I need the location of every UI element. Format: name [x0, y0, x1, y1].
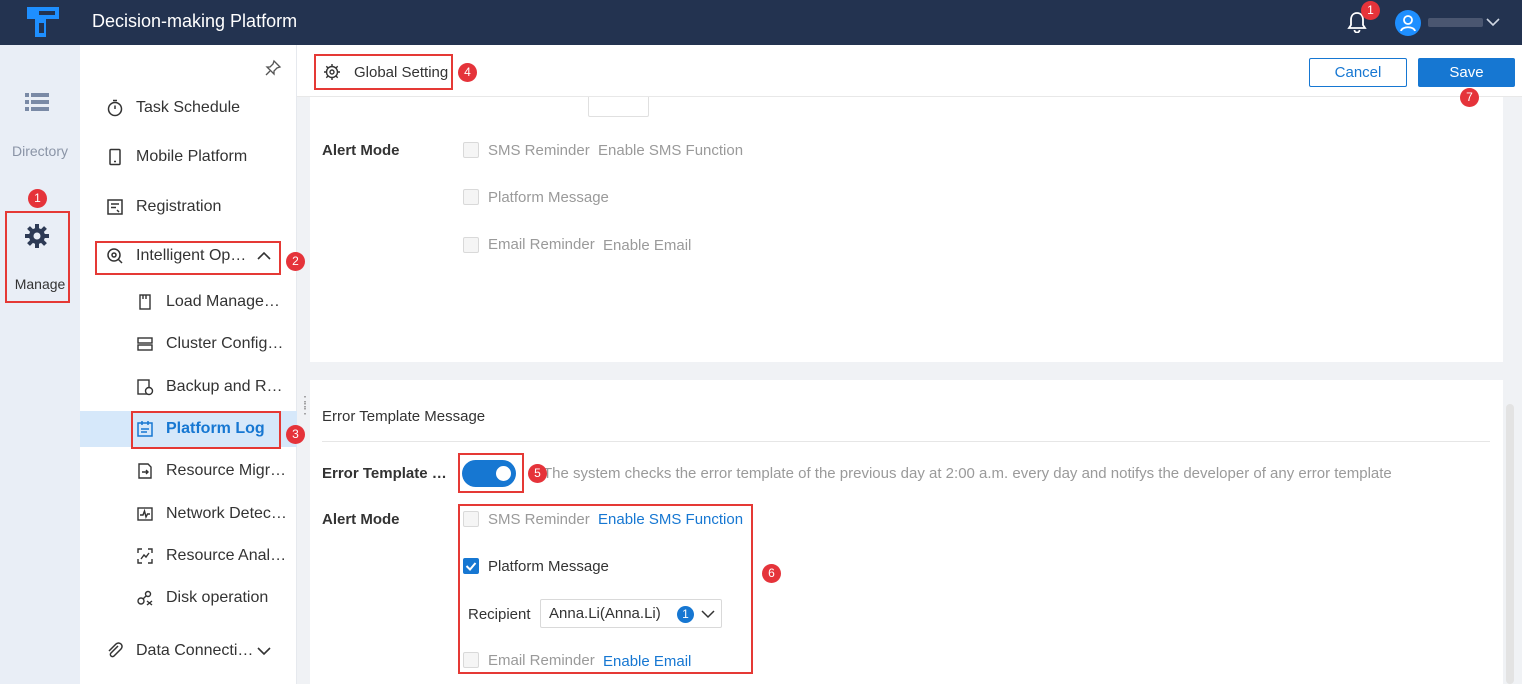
nav-item-label: Resource Migration — [166, 462, 288, 479]
directory-list-icon[interactable] — [25, 92, 49, 112]
network-icon — [137, 507, 153, 521]
load-icon — [139, 294, 151, 310]
sms-reminder-checkbox[interactable] — [463, 142, 479, 158]
nav-item-label: Registration — [136, 198, 222, 215]
platform-message-label: Platform Message — [488, 189, 609, 206]
annotation-badge: 4 — [458, 63, 477, 82]
app-logo-icon — [27, 7, 59, 37]
data-connection-icon — [108, 642, 123, 658]
rail-directory-label[interactable]: Directory — [0, 143, 80, 159]
annotation-box-alert-options — [458, 504, 753, 674]
sms-reminder-label: SMS Reminder — [488, 142, 590, 159]
partial-input-field[interactable] — [588, 97, 649, 117]
annotation-box-global-setting — [314, 54, 453, 90]
annotation-box-platform-log — [131, 411, 281, 449]
annotation-box-manage — [5, 211, 70, 303]
nav-item-label: Mobile Platform — [136, 148, 248, 165]
nav-item-label: Resource Analysis — [166, 547, 288, 564]
nav-panel: Task Schedule Mobile Platform Registrati… — [80, 45, 297, 684]
backup-icon — [137, 379, 154, 396]
annotation-badge: 2 — [286, 252, 305, 271]
section-title: Error Template Message — [322, 408, 486, 425]
user-name-redacted[interactable] — [1428, 18, 1483, 27]
cluster-icon — [137, 337, 153, 351]
nav-item-backup-restore[interactable]: Backup and Restore — [80, 369, 297, 405]
enable-sms-link[interactable]: Enable SMS Function — [598, 142, 743, 159]
nav-item-registration[interactable]: Registration — [80, 189, 297, 225]
enable-email-link[interactable]: Enable Email — [603, 237, 691, 254]
nav-item-resource-migration[interactable]: Resource Migration — [80, 453, 297, 489]
alert-mode-label: Alert Mode — [322, 142, 400, 159]
annotation-badge: 3 — [286, 425, 305, 444]
nav-item-mobile-platform[interactable]: Mobile Platform — [80, 139, 297, 175]
disk-icon — [137, 590, 153, 606]
notification-count-badge: 1 — [1361, 1, 1380, 20]
nav-item-cluster-configuration[interactable]: Cluster Configuration — [80, 326, 297, 362]
divider — [322, 441, 1490, 442]
cancel-button[interactable]: Cancel — [1309, 58, 1407, 87]
user-icon — [1400, 15, 1416, 32]
save-button[interactable]: Save — [1418, 58, 1515, 87]
top-bar: Decision-making Platform 1 — [0, 0, 1522, 45]
chevron-down-icon[interactable] — [257, 644, 271, 658]
annotation-badge: 5 — [528, 464, 547, 483]
annotation-badge: 1 — [28, 189, 47, 208]
resource-migration-icon — [138, 463, 152, 479]
nav-item-label: Network Detection — [166, 505, 288, 522]
mobile-icon — [109, 148, 121, 166]
left-rail: Directory Manage — [0, 45, 80, 684]
avatar[interactable] — [1395, 10, 1421, 36]
nav-item-label: Task Schedule — [136, 99, 241, 116]
platform-alert-card — [310, 97, 1503, 362]
nav-item-resource-analysis[interactable]: Resource Analysis — [80, 538, 297, 574]
nav-item-label: Backup and Restore — [166, 378, 288, 395]
nav-item-label: Load Management — [166, 293, 288, 310]
nav-item-data-connection[interactable]: Data Connection — [80, 633, 297, 669]
nav-item-load-management[interactable]: Load Management — [80, 284, 297, 320]
platform-message-checkbox[interactable] — [463, 189, 479, 205]
error-template-description: The system checks the error template of … — [543, 465, 1392, 482]
stopwatch-icon — [107, 99, 123, 117]
page-header: Global Setting Cancel Save — [297, 45, 1522, 97]
nav-item-label: Disk operation — [166, 589, 269, 606]
nav-item-network-detection[interactable]: Network Detection — [80, 496, 297, 532]
error-template-toggle-label: Error Template Message — [322, 465, 456, 482]
alert-mode-label: Alert Mode — [322, 511, 400, 528]
resource-analysis-icon — [137, 548, 153, 564]
pin-icon[interactable] — [264, 59, 282, 77]
email-reminder-label: Email Reminder — [488, 236, 595, 253]
scrollbar[interactable] — [1506, 404, 1514, 684]
annotation-badge: 6 — [762, 564, 781, 583]
annotation-badge: 7 — [1460, 88, 1479, 107]
app-title: Decision-making Platform — [92, 11, 298, 31]
nav-item-label: Data Connection — [136, 642, 254, 659]
nav-item-disk-operation[interactable]: Disk operation — [80, 580, 297, 616]
registration-icon — [107, 199, 123, 215]
email-reminder-checkbox[interactable] — [463, 237, 479, 253]
nav-item-task-schedule[interactable]: Task Schedule — [80, 90, 297, 126]
annotation-box-intelligent-om — [95, 241, 281, 275]
annotation-box-toggle — [458, 453, 524, 493]
chevron-down-icon[interactable] — [1486, 15, 1500, 29]
nav-item-label: Cluster Configuration — [166, 335, 288, 352]
